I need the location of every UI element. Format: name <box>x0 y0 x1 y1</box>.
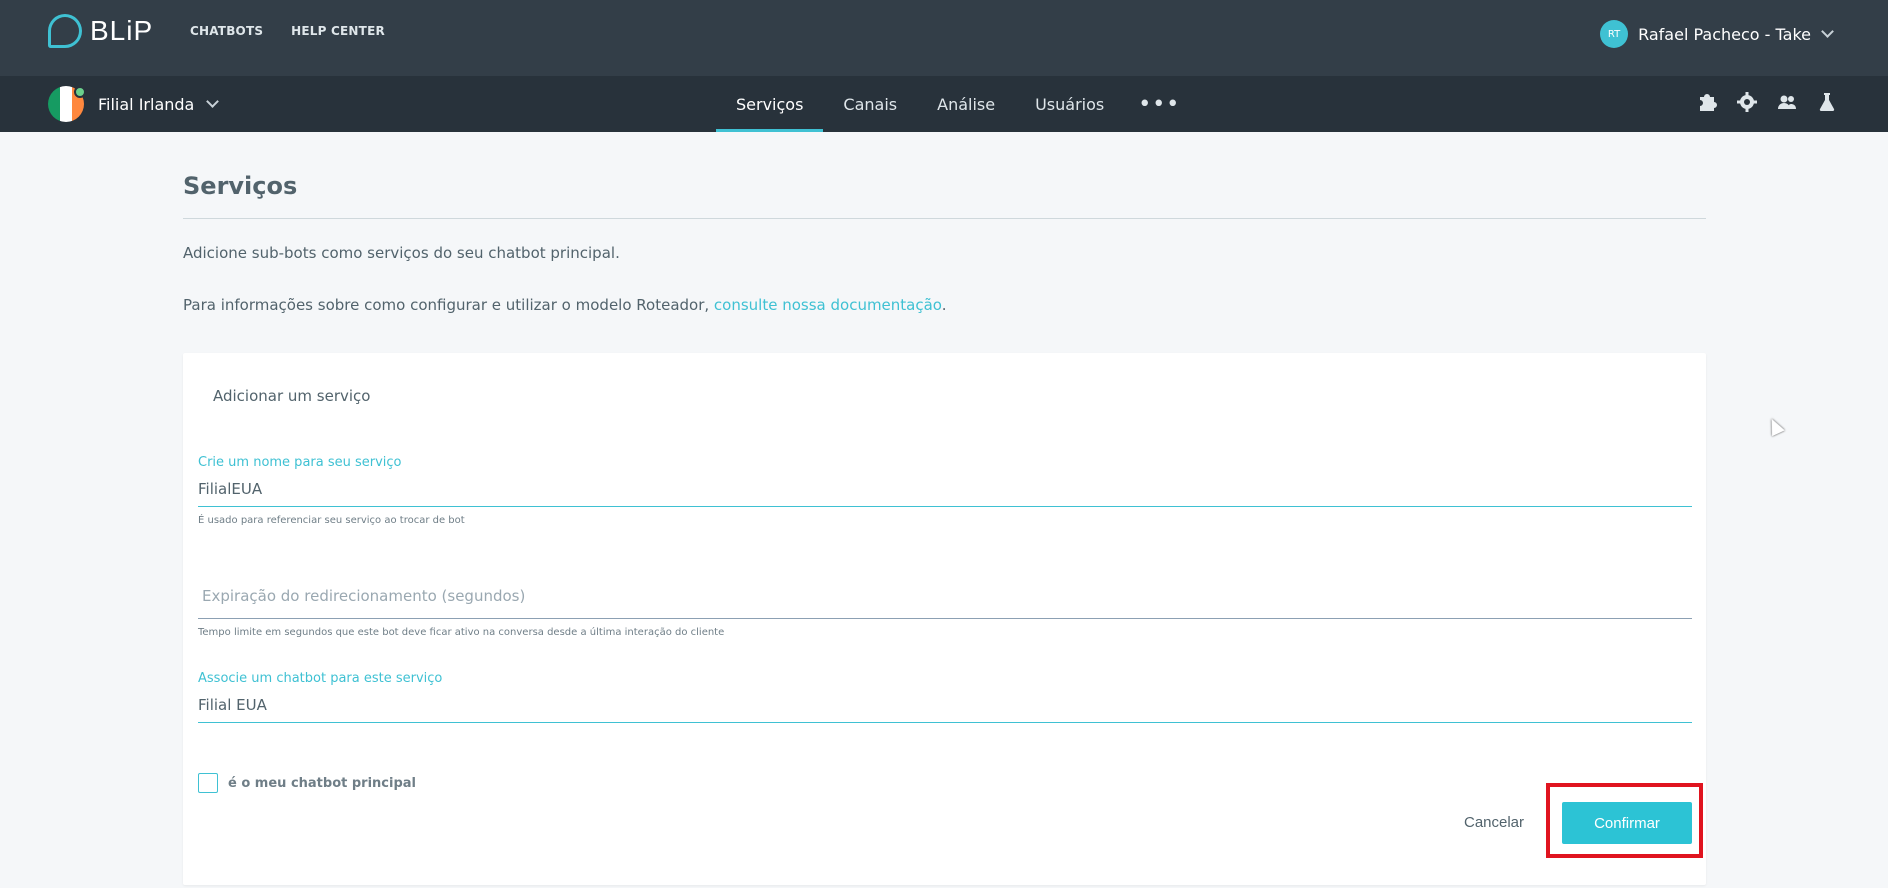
cancel-button[interactable]: Cancelar <box>1451 800 1537 844</box>
user-name: Rafael Pacheco - Take <box>1638 24 1811 44</box>
tab-servicos[interactable]: Serviços <box>716 76 824 132</box>
chatbot-input[interactable]: Filial EUA <box>198 696 1692 716</box>
toolbar-icons <box>1696 90 1838 114</box>
top-nav: CHATBOTS HELP CENTER <box>190 24 385 38</box>
puzzle-icon[interactable] <box>1696 90 1718 114</box>
user-menu[interactable]: RT Rafael Pacheco - Take <box>1600 20 1834 48</box>
gear-icon[interactable] <box>1736 90 1758 114</box>
main-chatbot-label: é o meu chatbot principal <box>228 775 416 791</box>
expiration-help: Tempo limite em segundos que este bot de… <box>198 627 725 638</box>
service-name-label: Crie um nome para seu serviço <box>198 455 402 470</box>
chevron-down-icon <box>206 95 220 108</box>
title-divider <box>183 218 1706 219</box>
top-bar: BLiP CHATBOTS HELP CENTER RT Rafael Pach… <box>0 0 1888 76</box>
tab-analise[interactable]: Análise <box>917 76 1015 132</box>
logo-text: BLiP <box>90 15 154 46</box>
blip-logo[interactable]: BLiP <box>48 14 153 48</box>
avatar: RT <box>1600 20 1629 48</box>
mouse-cursor-icon <box>1765 415 1785 437</box>
nav-chatbots[interactable]: CHATBOTS <box>190 24 263 38</box>
page-description: Adicione sub-bots como serviços do seu c… <box>183 244 620 262</box>
chatbot-label: Associe um chatbot para este serviço <box>198 671 443 686</box>
tab-canais[interactable]: Canais <box>823 76 917 132</box>
main-chatbot-checkbox-row[interactable]: é o meu chatbot principal <box>198 773 416 793</box>
confirm-highlight-box <box>1546 783 1703 858</box>
chevron-down-icon <box>1821 25 1834 38</box>
expiration-input[interactable]: Expiração do redirecionamento (segundos) <box>198 587 1692 607</box>
page-title: Serviços <box>183 172 298 200</box>
nav-help-center[interactable]: HELP CENTER <box>291 24 385 38</box>
card-title: Adicionar um serviço <box>213 387 371 405</box>
expiration-field[interactable]: Expiração do redirecionamento (segundos)… <box>198 587 1692 638</box>
documentation-link[interactable]: consulte nossa documentação <box>714 296 942 314</box>
bot-name: Filial Irlanda <box>98 94 195 114</box>
chatbot-field[interactable]: Associe um chatbot para este serviço Fil… <box>198 671 1692 723</box>
online-status-dot <box>74 86 86 98</box>
bot-nav-bar: Filial Irlanda Serviços Canais Análise U… <box>0 76 1888 132</box>
chat-bubble-icon <box>48 14 82 48</box>
flask-icon[interactable] <box>1816 90 1838 114</box>
service-name-help: É usado para referenciar seu serviço ao … <box>198 515 465 526</box>
tab-usuarios[interactable]: Usuários <box>1015 76 1124 132</box>
more-menu-icon[interactable]: ••• <box>1124 76 1194 132</box>
main-chatbot-checkbox[interactable] <box>198 773 218 793</box>
add-service-card: Adicionar um serviço Crie um nome para s… <box>183 353 1706 885</box>
service-name-field[interactable]: Crie um nome para seu serviço FilialEUA … <box>198 455 1692 526</box>
service-name-input[interactable]: FilialEUA <box>198 480 1692 500</box>
users-icon[interactable] <box>1776 90 1798 114</box>
bot-tabs: Serviços Canais Análise Usuários ••• <box>716 76 1194 132</box>
page-doc-hint: Para informações sobre como configurar e… <box>183 296 947 314</box>
